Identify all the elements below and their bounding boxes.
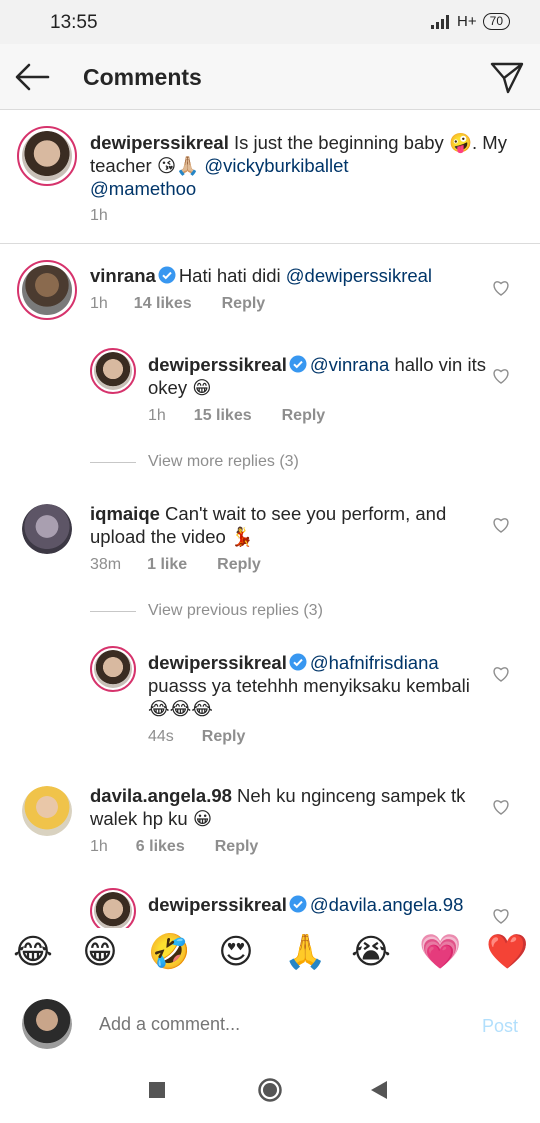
heart-outline-icon[interactable]: [492, 280, 510, 296]
reply-button[interactable]: Reply: [217, 556, 261, 574]
emoji-icon: 😁: [192, 377, 212, 398]
emoji-red-heart-icon[interactable]: ❤️: [486, 932, 528, 972]
likes-count[interactable]: 1 like: [147, 556, 187, 574]
reply-text: dewiperssikreal @hafnifrisdiana puasss ya…: [148, 652, 470, 719]
emoji-rofl-icon[interactable]: 🤣: [148, 932, 190, 972]
system-nav-bar: [0, 1060, 540, 1123]
signal-icon: [431, 14, 451, 29]
avatar[interactable]: [17, 260, 77, 320]
heart-outline-icon[interactable]: [492, 666, 510, 682]
timestamp: 38m: [90, 556, 122, 573]
verified-badge-icon: [158, 266, 176, 284]
timestamp: 1h: [90, 207, 108, 224]
view-previous-replies-button[interactable]: View previous replies (3): [148, 602, 323, 620]
caption-username[interactable]: dewiperssikreal: [90, 132, 229, 153]
emoji-icon: 💃: [230, 526, 254, 547]
emoji-quick-bar: 😂 😁 🤣 😍 🙏 😭 💗 ❤️: [0, 928, 540, 984]
comment-username[interactable]: dewiperssikreal: [148, 652, 287, 673]
emoji-icon: 😀: [192, 808, 213, 829]
reply-button[interactable]: Reply: [215, 838, 259, 856]
comment-username[interactable]: dewiperssikreal: [148, 894, 287, 915]
caption-text: dewiperssikreal Is just the beginning ba…: [90, 132, 507, 199]
emoji-icon: 😂😂😂: [148, 698, 213, 719]
comment-meta: 1h 6 likes Reply: [90, 838, 258, 856]
comment-text: davila.angela.98 Neh ku nginceng sampek …: [90, 785, 466, 829]
timestamp: 44s: [148, 728, 174, 745]
comment-username[interactable]: iqmaiqe: [90, 503, 160, 524]
heart-outline-icon[interactable]: [492, 799, 510, 815]
comment-username[interactable]: vinrana: [90, 265, 156, 286]
likes-count[interactable]: 15 likes: [194, 407, 252, 425]
emoji-crying-icon[interactable]: 😭: [351, 932, 391, 972]
post-button[interactable]: Post: [482, 1016, 518, 1037]
status-time: 13:55: [50, 12, 98, 33]
likes-count[interactable]: 14 likes: [134, 295, 192, 313]
heart-outline-icon[interactable]: [492, 368, 510, 384]
divider: [0, 243, 540, 244]
view-replies-line: [90, 611, 136, 612]
top-app-bar: Comments: [0, 44, 540, 110]
emoji-tears-of-joy-icon[interactable]: 😂: [13, 932, 53, 972]
comment-input-bar: Post: [0, 990, 540, 1060]
emoji-grin-icon[interactable]: 😁: [80, 932, 120, 972]
timestamp: 1h: [90, 295, 108, 312]
page-title: Comments: [83, 64, 202, 90]
network-type: H+: [457, 13, 477, 30]
status-bar: 13:55 H+ 70: [0, 0, 540, 44]
mention-link[interactable]: @mamethoo: [90, 178, 196, 199]
likes-count[interactable]: 6 likes: [136, 838, 185, 856]
avatar[interactable]: [90, 348, 136, 394]
home-circle-icon[interactable]: [257, 1077, 283, 1103]
reply-meta: 44s Reply: [148, 728, 245, 746]
comment-meta: 38m 1 like Reply: [90, 556, 261, 574]
emoji-pink-heart-icon[interactable]: 💗: [419, 932, 461, 972]
verified-badge-icon: [289, 653, 307, 671]
heart-outline-icon[interactable]: [492, 517, 510, 533]
timestamp: 1h: [90, 838, 108, 855]
avatar[interactable]: [22, 786, 72, 836]
reply-button[interactable]: Reply: [282, 407, 326, 425]
current-user-avatar: [22, 999, 72, 1049]
back-triangle-icon[interactable]: [370, 1080, 388, 1100]
mention-link[interactable]: @vickyburkiballet: [204, 155, 348, 176]
avatar[interactable]: [90, 646, 136, 692]
comment-username[interactable]: davila.angela.98: [90, 785, 232, 806]
emoji-heart-eyes-icon[interactable]: 😍: [216, 932, 256, 972]
comment-input[interactable]: [99, 1014, 399, 1035]
caption-meta: 1h: [90, 207, 108, 225]
reply-button[interactable]: Reply: [202, 728, 246, 746]
status-indicators: H+ 70: [431, 13, 510, 30]
mention-link[interactable]: @vinrana: [310, 354, 389, 375]
comment-meta: 1h 14 likes Reply: [90, 295, 265, 313]
emoji-icon: 🤪: [448, 132, 472, 153]
comment-text: vinrana Hati hati didi @dewiperssikreal: [90, 265, 433, 286]
avatar[interactable]: [22, 504, 72, 554]
view-more-replies-button[interactable]: View more replies (3): [148, 453, 299, 471]
mention-link[interactable]: @dewiperssikreal: [286, 265, 432, 286]
heart-outline-icon[interactable]: [492, 908, 510, 924]
mention-link[interactable]: @davila.angela.98: [310, 894, 464, 915]
verified-badge-icon: [289, 895, 307, 913]
view-replies-line: [90, 462, 136, 463]
emoji-icon: 😘🙏🏼: [156, 155, 200, 176]
comment-text: iqmaiqe Can't wait to see you perform, a…: [90, 503, 447, 547]
recents-square-icon[interactable]: [148, 1081, 166, 1099]
timestamp: 1h: [148, 407, 166, 424]
battery-icon: 70: [482, 13, 510, 30]
comment-username[interactable]: dewiperssikreal: [148, 354, 287, 375]
avatar[interactable]: [17, 126, 77, 186]
reply-text: dewiperssikreal @davila.angela.98: [148, 893, 488, 916]
arrow-left-icon[interactable]: [14, 62, 50, 92]
reply-button[interactable]: Reply: [222, 295, 266, 313]
reply-meta: 1h 15 likes Reply: [148, 407, 325, 425]
paper-plane-icon[interactable]: [490, 60, 524, 94]
emoji-pray-icon[interactable]: 🙏: [284, 932, 326, 972]
mention-link[interactable]: @hafnifrisdiana: [310, 652, 439, 673]
verified-badge-icon: [289, 355, 307, 373]
reply-text: dewiperssikreal @vinrana hallo vin its ok…: [148, 354, 486, 398]
